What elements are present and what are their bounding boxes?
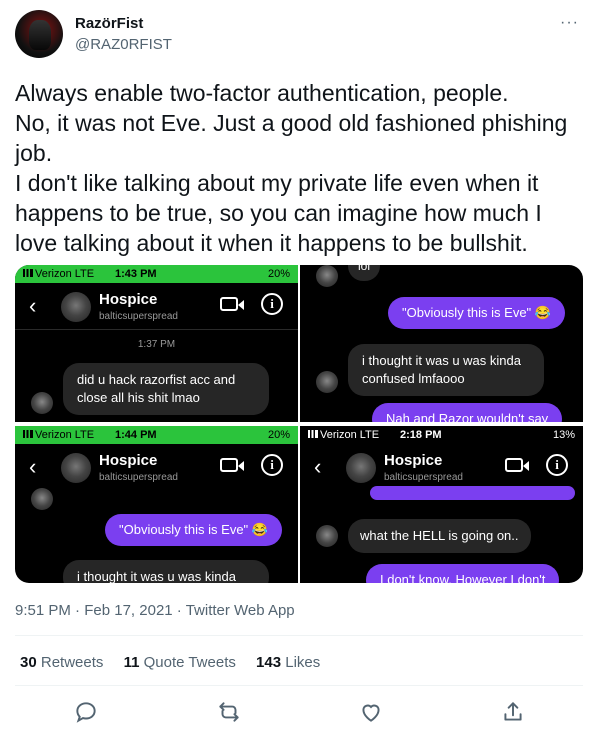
back-arrow-icon: ‹ bbox=[29, 454, 37, 479]
carrier-label: Verizon LTE bbox=[35, 268, 95, 280]
author-avatar[interactable] bbox=[15, 10, 63, 58]
video-call-icon bbox=[220, 458, 244, 472]
screenshot-4[interactable]: Verizon LTE 2:18 PM 13% ‹ Hospice baltic… bbox=[300, 426, 583, 583]
outgoing-message-partial bbox=[370, 486, 575, 500]
contact-avatar bbox=[61, 453, 91, 483]
divider bbox=[15, 685, 583, 686]
sender-avatar bbox=[31, 488, 53, 510]
outgoing-message: Nah and Razor wouldn't say bbox=[372, 403, 563, 422]
contact-username: balticsuperspread bbox=[99, 472, 178, 483]
status-bar: Verizon LTE 1:44 PM 20% bbox=[15, 426, 298, 444]
meta-separator: · bbox=[172, 602, 186, 619]
screenshot-1[interactable]: Verizon LTE 1:43 PM 20% ‹ Hospice baltic… bbox=[15, 265, 298, 422]
info-icon: i bbox=[261, 293, 283, 315]
retweet-icon[interactable] bbox=[216, 699, 242, 725]
status-time: 1:44 PM bbox=[115, 429, 157, 441]
contact-avatar bbox=[61, 292, 91, 322]
tweet-source[interactable]: Twitter Web App bbox=[186, 602, 295, 619]
contact-name: Hospice bbox=[99, 291, 158, 308]
author-handle[interactable]: @RAZ0RFIST bbox=[75, 36, 172, 53]
info-icon: i bbox=[546, 454, 568, 476]
likes-count: 143 bbox=[256, 654, 282, 671]
battery-level: 13% bbox=[552, 429, 575, 441]
contact-name: Hospice bbox=[384, 452, 443, 469]
retweets-stat[interactable]: 30 Retweets bbox=[20, 654, 103, 671]
tweet-meta: 9:51 PM · Feb 17, 2021 · Twitter Web App bbox=[15, 602, 295, 619]
incoming-message: i thought it was u was kinda confused lm… bbox=[348, 344, 544, 396]
quotes-count: 11 bbox=[123, 654, 140, 671]
chat-header: ‹ Hospice balticsuperspread i bbox=[15, 448, 298, 494]
tweet-date[interactable]: Feb 17, 2021 bbox=[84, 602, 172, 619]
back-arrow-icon: ‹ bbox=[29, 293, 37, 318]
contact-username: balticsuperspread bbox=[384, 472, 463, 483]
carrier-label: Verizon LTE bbox=[35, 429, 95, 441]
retweets-label: Retweets bbox=[40, 654, 104, 671]
contact-avatar bbox=[346, 453, 376, 483]
status-bar: Verizon LTE 1:43 PM 20% bbox=[15, 265, 298, 283]
incoming-message: i thought it was u was kinda bbox=[63, 560, 269, 583]
status-bar: Verizon LTE 2:18 PM 13% bbox=[300, 426, 583, 444]
likes-label: Likes bbox=[285, 654, 321, 671]
status-time: 1:43 PM bbox=[115, 268, 157, 280]
outgoing-message: I don't know. However I don't bbox=[366, 564, 560, 583]
sender-avatar bbox=[316, 265, 338, 287]
divider bbox=[15, 635, 583, 636]
incoming-message: what the HELL is going on.. bbox=[348, 519, 531, 553]
share-icon[interactable] bbox=[500, 699, 526, 725]
sender-avatar bbox=[316, 371, 338, 393]
outgoing-message: "Obviously this is Eve" 😂 bbox=[105, 514, 282, 546]
chat-timestamp: 1:37 PM bbox=[137, 339, 176, 350]
meta-separator: · bbox=[70, 602, 85, 619]
tweet-time[interactable]: 9:51 PM bbox=[15, 602, 71, 619]
author-name[interactable]: RazörFist bbox=[75, 15, 143, 32]
screenshot-3[interactable]: Verizon LTE 1:44 PM 20% ‹ Hospice baltic… bbox=[15, 426, 298, 583]
info-icon: i bbox=[261, 454, 283, 476]
tweet-header: RazörFist @RAZ0RFIST ··· bbox=[15, 10, 583, 62]
status-time: 2:18 PM bbox=[400, 429, 442, 441]
more-options-icon[interactable]: ··· bbox=[560, 14, 579, 32]
tweet-text: Always enable two-factor authentication,… bbox=[15, 80, 568, 256]
chat-header: ‹ Hospice balticsuperspread i bbox=[15, 287, 298, 333]
outgoing-message: "Obviously this is Eve" 😂 bbox=[388, 297, 565, 329]
battery-level: 20% bbox=[267, 429, 290, 441]
video-call-icon bbox=[220, 297, 244, 311]
tweet-actions bbox=[0, 696, 598, 728]
contact-username: balticsuperspread bbox=[99, 311, 178, 322]
likes-stat[interactable]: 143 Likes bbox=[256, 654, 320, 671]
retweets-count: 30 bbox=[20, 654, 37, 671]
sender-avatar bbox=[31, 392, 53, 414]
tweet-media-grid[interactable]: Verizon LTE 1:43 PM 20% ‹ Hospice baltic… bbox=[15, 265, 583, 583]
like-icon[interactable] bbox=[358, 699, 384, 725]
video-call-icon bbox=[505, 458, 529, 472]
tweet-stats: 30 Retweets 11 Quote Tweets 143 Likes bbox=[20, 654, 336, 671]
screenshot-2[interactable]: lol "Obviously this is Eve" 😂 i thought … bbox=[300, 265, 583, 422]
quote-tweets-stat[interactable]: 11 Quote Tweets bbox=[124, 654, 236, 671]
reply-icon[interactable] bbox=[73, 699, 99, 725]
contact-name: Hospice bbox=[99, 452, 158, 469]
incoming-message: lol bbox=[348, 265, 381, 281]
incoming-message: did u hack razorfist acc and close all h… bbox=[63, 363, 269, 415]
sender-avatar bbox=[316, 525, 338, 547]
battery-level: 20% bbox=[267, 268, 290, 280]
back-arrow-icon: ‹ bbox=[314, 454, 322, 479]
quotes-label: Quote Tweets bbox=[143, 654, 236, 671]
carrier-label: Verizon LTE bbox=[320, 429, 380, 441]
